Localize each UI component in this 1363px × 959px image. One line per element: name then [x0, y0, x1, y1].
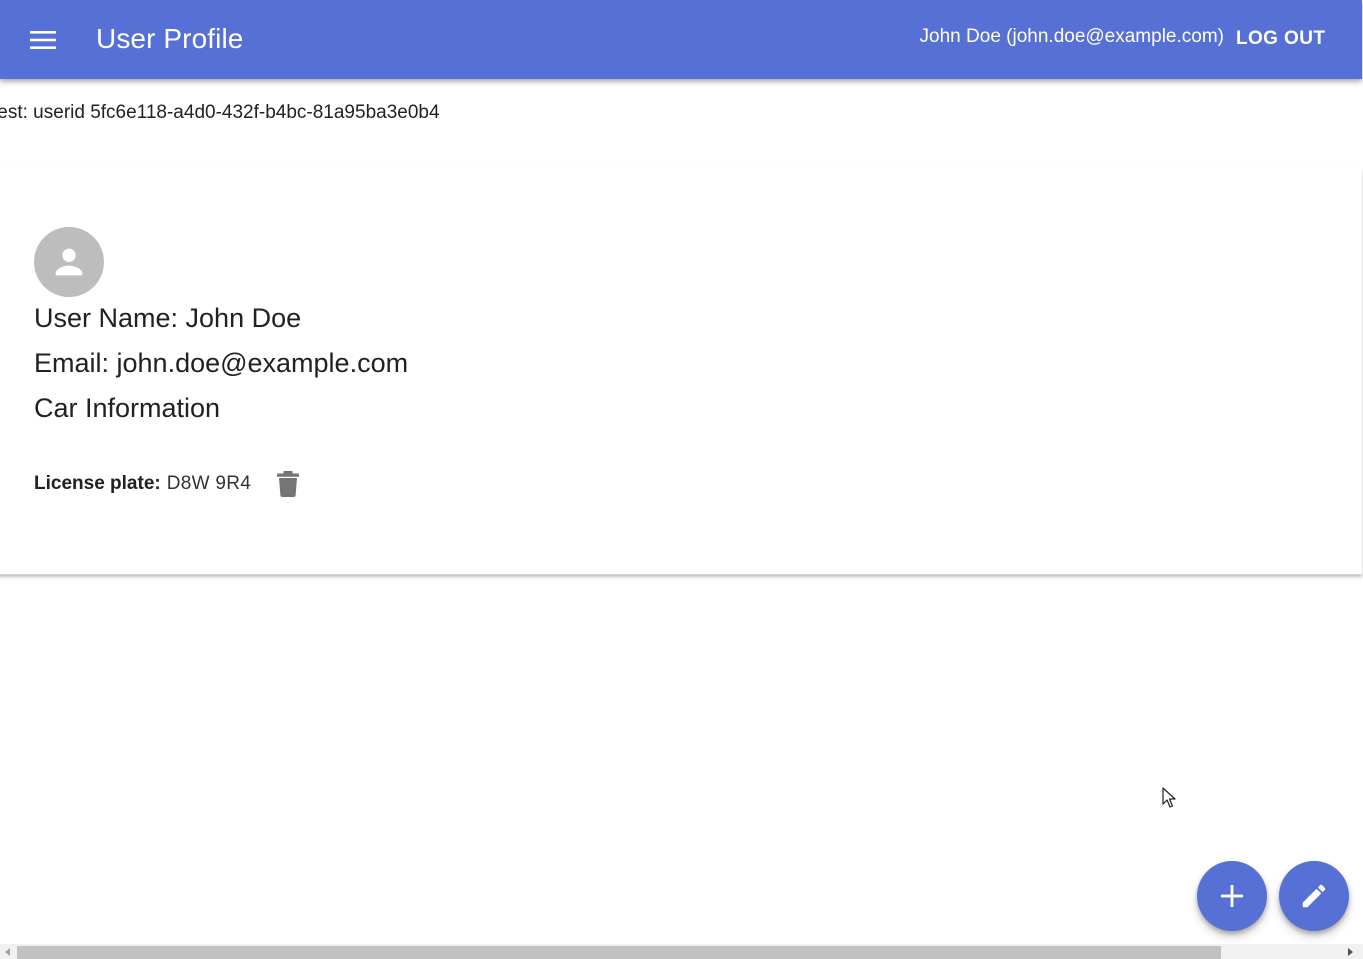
- pencil-icon: [1302, 884, 1326, 908]
- email-text: Email: john.doe@example.com: [34, 348, 409, 378]
- profile-card: User Name: John Doe Email: john.doe@exam…: [0, 168, 1362, 575]
- mouse-cursor-icon: [1162, 787, 1176, 808]
- account-icon: [55, 248, 83, 276]
- avatar: [34, 227, 104, 297]
- car-information-heading: Car Information: [34, 393, 221, 423]
- user-name-text: User Name: John Doe: [34, 303, 302, 333]
- current-user-label: John Doe (john.doe@example.com): [919, 26, 1224, 47]
- logout-button[interactable]: LOG OUT: [1236, 26, 1325, 52]
- license-plate-value: D8W 9R4: [166, 473, 252, 494]
- delete-car-button[interactable]: [271, 467, 305, 501]
- menu-button[interactable]: [24, 21, 62, 59]
- debug-userid-text: test: userid 5fc6e118-a4d0-432f-b4bc-81a…: [0, 102, 440, 123]
- trash-icon: [277, 471, 300, 497]
- scroll-right-arrow-icon[interactable]: [1346, 947, 1355, 957]
- license-plate-label: License plate:: [34, 473, 161, 494]
- app-bar: User Profile John Doe (john.doe@example.…: [0, 0, 1362, 79]
- scroll-left-arrow-icon[interactable]: [3, 947, 12, 957]
- horizontal-scrollbar[interactable]: [0, 944, 1363, 959]
- page-title: User Profile: [96, 23, 244, 54]
- scrollbar-thumb[interactable]: [17, 946, 1221, 959]
- menu-icon: [30, 31, 56, 49]
- car-list-item: License plate: D8W 9R4: [34, 468, 305, 500]
- edit-profile-button[interactable]: [1279, 861, 1349, 931]
- plus-icon: [1221, 885, 1243, 907]
- add-car-button[interactable]: [1197, 861, 1267, 931]
